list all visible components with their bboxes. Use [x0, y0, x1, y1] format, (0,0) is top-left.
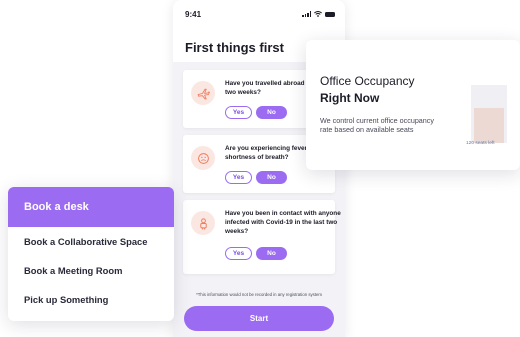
start-button[interactable]: Start — [184, 306, 334, 331]
seats-left-label: 120 seats left — [466, 141, 495, 146]
answer-buttons: Yes No — [225, 106, 287, 119]
airplane-icon — [191, 81, 215, 105]
occupancy-card: Office Occupancy Right Now We control cu… — [306, 40, 520, 170]
menu-item-pick-up[interactable]: Pick up Something — [8, 285, 174, 314]
menu-item-meeting-room[interactable]: Book a Meeting Room — [8, 256, 174, 285]
yes-button[interactable]: Yes — [225, 106, 252, 119]
battery-icon — [325, 11, 335, 17]
person-icon — [191, 211, 215, 235]
yes-button[interactable]: Yes — [225, 247, 252, 260]
no-button[interactable]: No — [256, 171, 287, 184]
answer-buttons: Yes No — [225, 171, 287, 184]
status-icons — [302, 11, 335, 17]
no-button[interactable]: No — [256, 106, 287, 119]
no-button[interactable]: No — [256, 247, 287, 260]
disclaimer-text: *This information would not be recorded … — [196, 292, 322, 297]
yes-button[interactable]: Yes — [225, 171, 252, 184]
occupancy-description: We control current office occupancy rate… — [320, 116, 434, 135]
menu-item-collaborative-space[interactable]: Book a Collaborative Space — [8, 227, 174, 256]
answer-buttons: Yes No — [225, 247, 287, 260]
wifi-icon — [314, 11, 322, 17]
occupancy-bar-fill — [474, 108, 504, 143]
booking-menu: Book a desk Book a Collaborative Space B… — [8, 187, 174, 321]
status-time: 9:41 — [185, 9, 202, 19]
status-bar: 9:41 — [173, 0, 345, 28]
occupancy-subtitle: Right Now — [320, 91, 380, 105]
occupancy-bar — [471, 85, 507, 143]
book-desk-button[interactable]: Book a desk — [8, 187, 174, 227]
occupancy-title: Office Occupancy — [320, 74, 415, 88]
question-text: Have you been in contact with anyone inf… — [225, 210, 341, 235]
question-card-contact: Have you been in contact with anyone inf… — [183, 200, 341, 274]
signal-icon — [302, 11, 311, 17]
sick-face-icon — [191, 146, 215, 170]
